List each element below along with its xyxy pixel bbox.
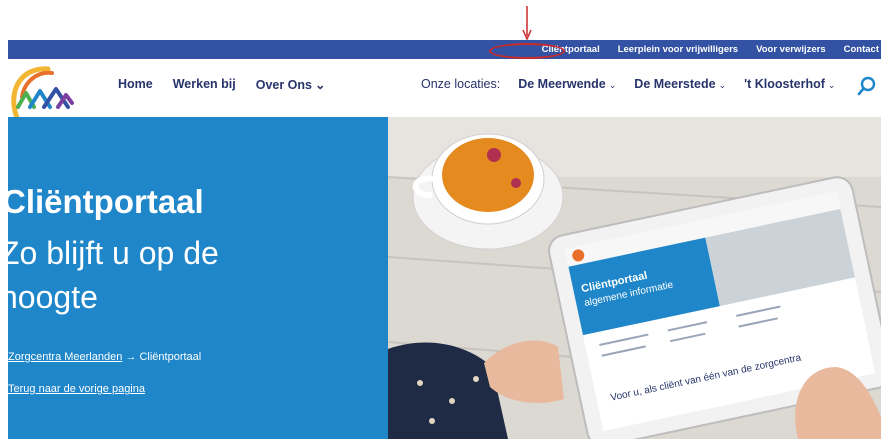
annotation-arrow bbox=[522, 6, 532, 40]
search-icon[interactable] bbox=[856, 75, 878, 97]
breadcrumb-separator: → bbox=[125, 351, 137, 363]
breadcrumb-current: Cliëntportaal bbox=[139, 351, 202, 363]
hero-photo: Cliëntportaal algemene informatie Voor u… bbox=[388, 117, 881, 439]
hero-panel: Cliëntportaal Zo blijft u op de hoogte Z… bbox=[0, 117, 388, 439]
locations-label: Onze locaties: bbox=[421, 77, 501, 91]
main-nav: Home Werken bij Over Ons ⌄ bbox=[118, 77, 325, 92]
nav-item-kloosterhof[interactable]: 't Kloosterhof ⌄ bbox=[744, 77, 835, 91]
annotation-circle bbox=[489, 43, 565, 59]
chevron-down-icon: ⌄ bbox=[608, 80, 617, 90]
nav-item-home[interactable]: Home bbox=[118, 77, 153, 92]
top-link-contact[interactable]: Contact bbox=[844, 44, 879, 55]
top-link-verwijzers[interactable]: Voor verwijzers bbox=[756, 44, 826, 55]
hero-subtitle: Zo blijft u op de hoogte bbox=[0, 235, 219, 315]
page-title: Cliëntportaal bbox=[2, 183, 204, 220]
nav-item-werken-bij[interactable]: Werken bij bbox=[173, 77, 236, 92]
back-link[interactable]: Terug naar de vorige pagina bbox=[8, 383, 145, 395]
nav-item-over-ons[interactable]: Over Ons ⌄ bbox=[256, 77, 326, 92]
chevron-down-icon: ⌄ bbox=[827, 80, 836, 90]
chevron-down-icon: ⌄ bbox=[718, 80, 727, 90]
site-header: Home Werken bij Over Ons ⌄ Onze locaties:… bbox=[8, 59, 881, 143]
locations-nav: Onze locaties: De Meerwende ⌄ De Meersted… bbox=[421, 77, 853, 91]
top-utility-bar: Cliëntportaal Leerplein voor vrijwillige… bbox=[8, 40, 881, 59]
breadcrumb: Zorgcentra Meerlanden → Cliëntportaal bbox=[8, 351, 201, 363]
chevron-down-icon: ⌄ bbox=[315, 78, 326, 92]
nav-item-meerstede[interactable]: De Meerstede ⌄ bbox=[634, 77, 726, 91]
top-link-leerplein[interactable]: Leerplein voor vrijwilligers bbox=[618, 44, 738, 55]
breadcrumb-home-link[interactable]: Zorgcentra Meerlanden bbox=[8, 351, 122, 363]
nav-item-meerwende[interactable]: De Meerwende ⌄ bbox=[518, 77, 616, 91]
top-utility-nav: Cliëntportaal Leerplein voor vrijwillige… bbox=[524, 40, 879, 59]
photo-illustration: Cliëntportaal algemene informatie Voor u… bbox=[388, 117, 881, 439]
